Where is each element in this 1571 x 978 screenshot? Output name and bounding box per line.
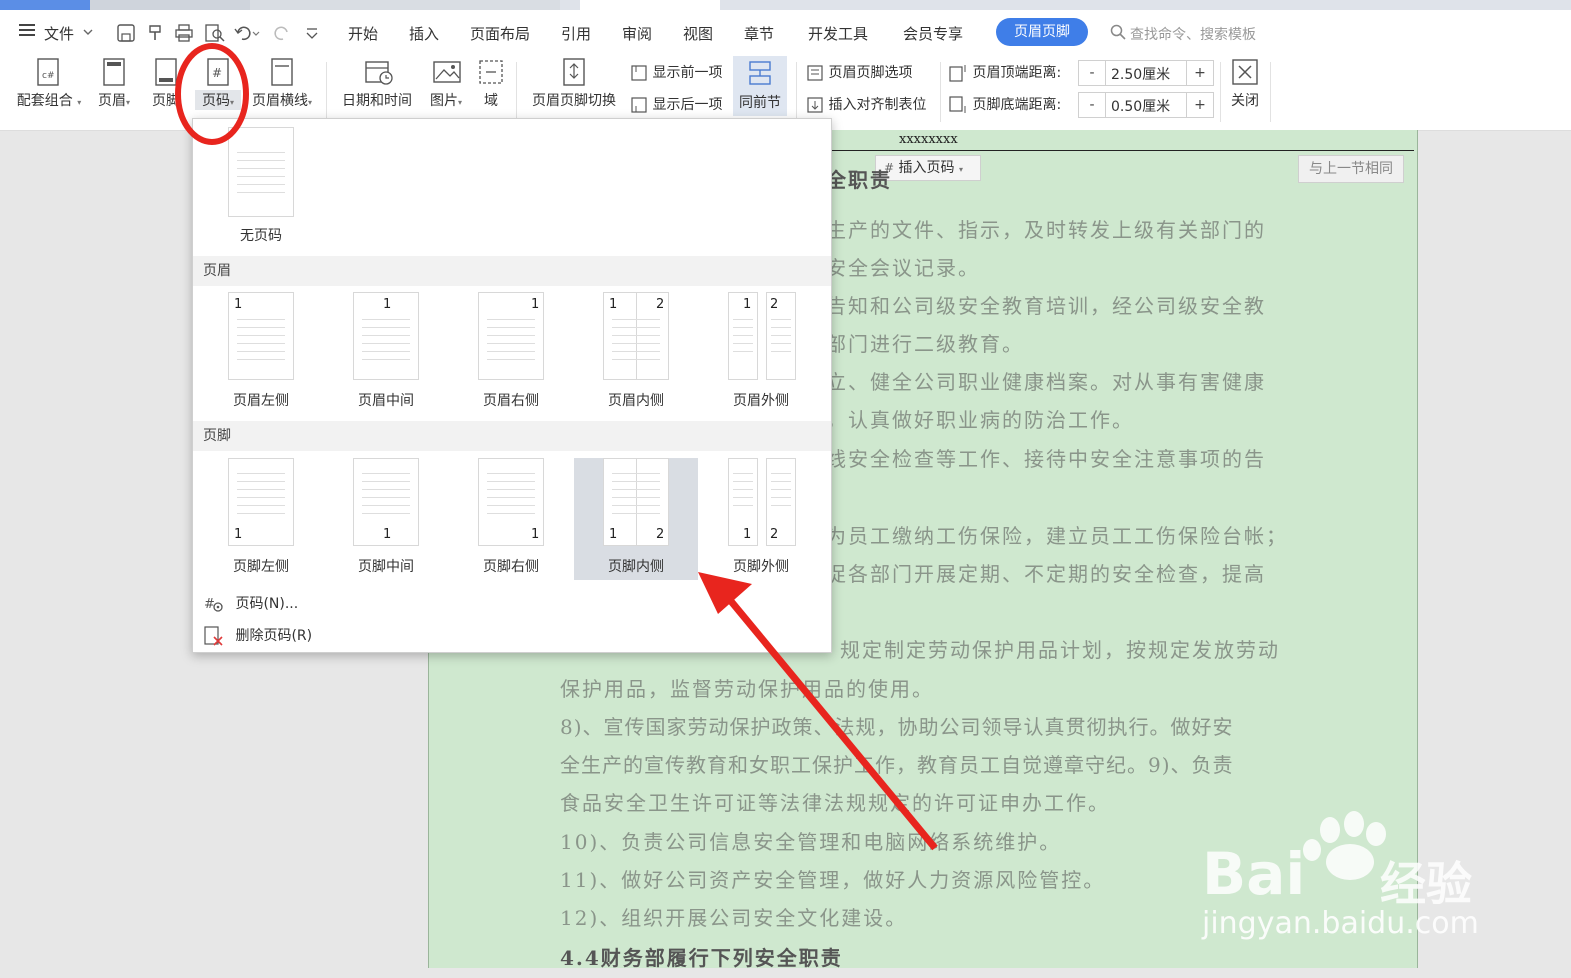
watermark-url: jingyan.baidu.com [1202, 906, 1479, 941]
watermark-brand-cn: 经验 [1380, 857, 1472, 911]
red-arrow-annotation [727, 597, 938, 851]
red-circle-annotation [175, 43, 249, 145]
red-arrowhead-annotation [698, 572, 752, 614]
baidu-watermark: Bai 经验 jingyan.baidu.com [1200, 810, 1490, 954]
watermark-brand: Bai [1202, 840, 1306, 908]
